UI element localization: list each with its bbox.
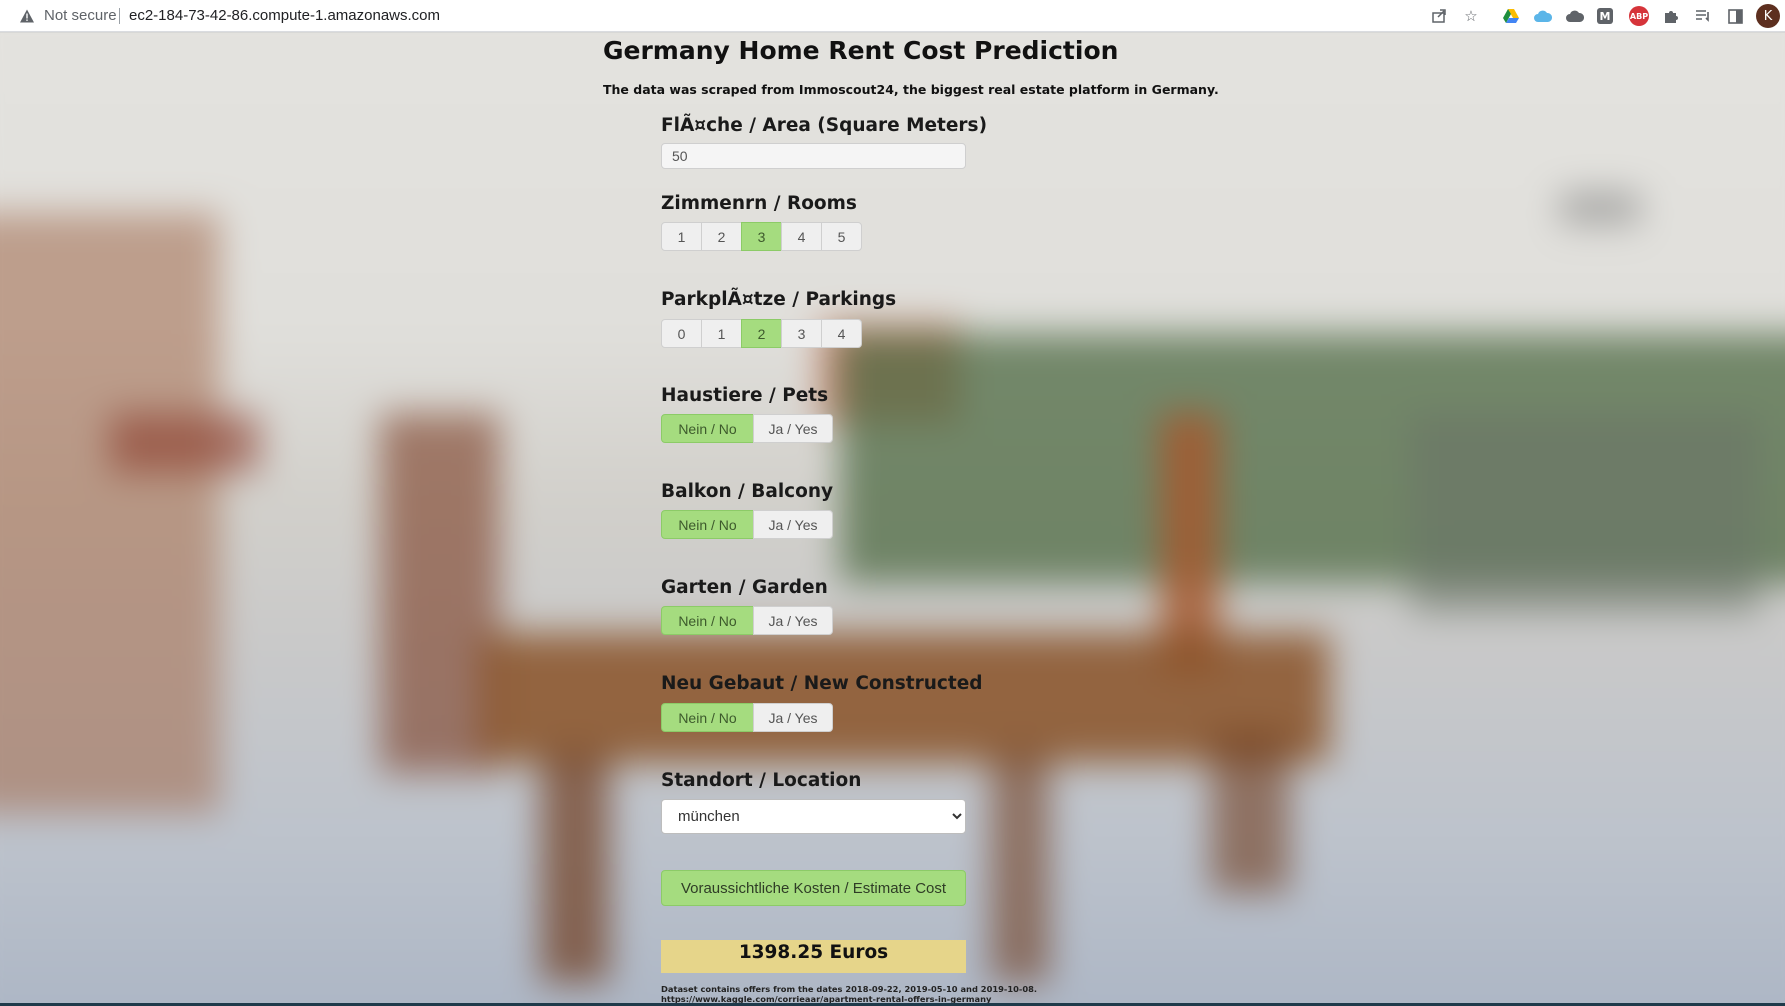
pets-yes-button[interactable]: Ja / Yes [753,414,833,443]
balcony-label: Balkon / Balcony [661,481,834,502]
rooms-option-1[interactable]: 1 [661,222,702,251]
page-content: Germany Home Rent Cost Prediction The da… [0,33,1785,1006]
bookmark-star-icon[interactable]: ☆ [1461,6,1481,26]
parkings-button-group: 0 1 2 3 4 [661,319,862,348]
side-panel-icon[interactable] [1725,6,1745,26]
new-constructed-button-group: Nein / No Ja / Yes [661,703,833,732]
profile-avatar[interactable]: K [1756,4,1780,28]
garden-label: Garten / Garden [661,577,828,598]
m-extension-icon[interactable]: M [1597,8,1613,24]
security-status[interactable]: Not secure [44,7,117,24]
parkings-option-3[interactable]: 3 [781,319,822,348]
reading-list-icon[interactable] [1693,6,1713,26]
divider [119,8,120,24]
extensions-puzzle-icon[interactable] [1661,6,1681,26]
rooms-option-5[interactable]: 5 [821,222,862,251]
warning-icon[interactable] [19,8,35,24]
footnote-source-link[interactable]: https://www.kaggle.com/corrieaar/apartme… [661,994,991,1004]
adblock-plus-icon[interactable]: ABP [1629,6,1649,26]
new-constructed-label: Neu Gebaut / New Constructed [661,673,983,694]
footnote-dates: Dataset contains offers from the dates 2… [661,984,1038,994]
parkings-label: ParkplÃ¤tze / Parkings [661,289,897,310]
balcony-yes-button[interactable]: Ja / Yes [753,510,833,539]
parkings-option-4[interactable]: 4 [821,319,862,348]
estimate-cost-button[interactable]: Voraussichtliche Kosten / Estimate Cost [661,870,966,906]
balcony-no-button[interactable]: Nein / No [661,510,754,539]
pets-no-button[interactable]: Nein / No [661,414,754,443]
new-constructed-yes-button[interactable]: Ja / Yes [753,703,833,732]
cloud-icon[interactable] [1565,6,1585,26]
page-subtitle: The data was scraped from Immoscout24, t… [603,82,1219,97]
location-select[interactable]: münchen [661,799,966,834]
garden-no-button[interactable]: Nein / No [661,606,754,635]
rooms-button-group: 1 2 3 4 5 [661,222,862,251]
google-drive-icon[interactable] [1501,6,1521,26]
garden-yes-button[interactable]: Ja / Yes [753,606,833,635]
area-label: FlÃ¤che / Area (Square Meters) [661,115,988,136]
page-title: Germany Home Rent Cost Prediction [603,36,1119,65]
dataset-footnote: Dataset contains offers from the dates 2… [661,984,1038,1004]
rooms-option-2[interactable]: 2 [701,222,742,251]
cloud-extension-icon[interactable] [1533,6,1553,26]
rooms-option-4[interactable]: 4 [781,222,822,251]
pets-button-group: Nein / No Ja / Yes [661,414,833,443]
pets-label: Haustiere / Pets [661,385,829,406]
parkings-option-1[interactable]: 1 [701,319,742,348]
balcony-button-group: Nein / No Ja / Yes [661,510,833,539]
parkings-option-2[interactable]: 2 [741,319,782,348]
area-input[interactable] [661,143,966,169]
parkings-option-0[interactable]: 0 [661,319,702,348]
rooms-option-3[interactable]: 3 [741,222,782,251]
share-icon[interactable] [1429,6,1449,26]
rooms-label: Zimmenrn / Rooms [661,193,857,214]
browser-toolbar: Not secure ec2-184-73-42-86.compute-1.am… [0,0,1785,32]
predicted-cost-result: 1398.25 Euros [661,940,966,973]
garden-button-group: Nein / No Ja / Yes [661,606,833,635]
new-constructed-no-button[interactable]: Nein / No [661,703,754,732]
address-bar[interactable]: ec2-184-73-42-86.compute-1.amazonaws.com [129,7,440,24]
location-label: Standort / Location [661,770,862,791]
